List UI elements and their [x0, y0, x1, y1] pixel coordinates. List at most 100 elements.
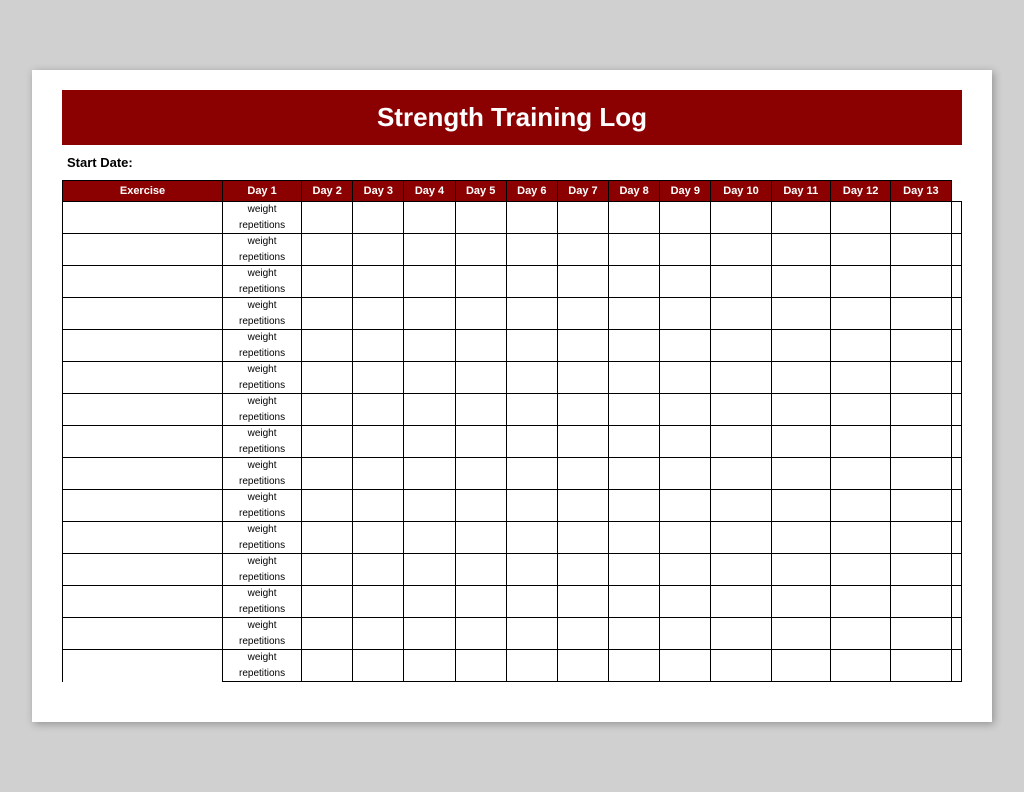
exercise-4-name-cell[interactable]	[63, 298, 223, 330]
exercise-12-name-cell[interactable]	[63, 554, 223, 586]
exercise-10-rep-day3[interactable]	[404, 506, 455, 522]
exercise-15-rep-day2[interactable]	[353, 666, 404, 682]
exercise-8-weight-day13[interactable]	[951, 426, 961, 442]
exercise-1-weight-day3[interactable]	[404, 202, 455, 218]
exercise-3-rep-day1[interactable]	[302, 282, 353, 298]
exercise-9-rep-day10[interactable]	[771, 474, 830, 490]
exercise-9-rep-day7[interactable]	[609, 474, 660, 490]
exercise-6-rep-day5[interactable]	[506, 378, 557, 394]
exercise-3-weight-day5[interactable]	[506, 266, 557, 282]
exercise-3-rep-day13[interactable]	[951, 282, 961, 298]
exercise-10-weight-day5[interactable]	[506, 490, 557, 506]
exercise-9-weight-day2[interactable]	[353, 458, 404, 474]
exercise-3-weight-day7[interactable]	[609, 266, 660, 282]
exercise-5-rep-day8[interactable]	[660, 346, 711, 362]
exercise-7-rep-day8[interactable]	[660, 410, 711, 426]
exercise-10-rep-day4[interactable]	[455, 506, 506, 522]
exercise-6-weight-day9[interactable]	[711, 362, 771, 378]
exercise-1-weight-day9[interactable]	[711, 202, 771, 218]
exercise-15-weight-day8[interactable]	[660, 650, 711, 666]
exercise-5-weight-day1[interactable]	[302, 330, 353, 346]
exercise-3-rep-day2[interactable]	[353, 282, 404, 298]
exercise-7-rep-day9[interactable]	[711, 410, 771, 426]
exercise-1-rep-day6[interactable]	[557, 218, 608, 234]
exercise-1-rep-day4[interactable]	[455, 218, 506, 234]
exercise-1-rep-day9[interactable]	[711, 218, 771, 234]
exercise-13-weight-day4[interactable]	[455, 586, 506, 602]
exercise-12-rep-day5[interactable]	[506, 570, 557, 586]
exercise-12-weight-day7[interactable]	[609, 554, 660, 570]
exercise-2-rep-day1[interactable]	[302, 250, 353, 266]
exercise-8-rep-day6[interactable]	[557, 442, 608, 458]
exercise-3-rep-day7[interactable]	[609, 282, 660, 298]
exercise-9-rep-day2[interactable]	[353, 474, 404, 490]
exercise-2-weight-day1[interactable]	[302, 234, 353, 250]
exercise-2-weight-day11[interactable]	[830, 234, 890, 250]
exercise-11-rep-day9[interactable]	[711, 538, 771, 554]
exercise-7-rep-day2[interactable]	[353, 410, 404, 426]
exercise-7-rep-day4[interactable]	[455, 410, 506, 426]
exercise-6-weight-day7[interactable]	[609, 362, 660, 378]
exercise-6-weight-day2[interactable]	[353, 362, 404, 378]
exercise-3-rep-day5[interactable]	[506, 282, 557, 298]
exercise-7-weight-day5[interactable]	[506, 394, 557, 410]
exercise-4-rep-day13[interactable]	[951, 314, 961, 330]
exercise-2-name-cell[interactable]	[63, 234, 223, 266]
exercise-8-weight-day8[interactable]	[660, 426, 711, 442]
exercise-6-weight-day5[interactable]	[506, 362, 557, 378]
exercise-3-rep-day3[interactable]	[404, 282, 455, 298]
exercise-10-rep-day6[interactable]	[557, 506, 608, 522]
exercise-1-rep-day12[interactable]	[891, 218, 951, 234]
exercise-15-rep-day4[interactable]	[455, 666, 506, 682]
exercise-11-weight-day7[interactable]	[609, 522, 660, 538]
exercise-8-rep-day7[interactable]	[609, 442, 660, 458]
exercise-15-rep-day3[interactable]	[404, 666, 455, 682]
exercise-11-rep-day11[interactable]	[830, 538, 890, 554]
exercise-10-rep-day9[interactable]	[711, 506, 771, 522]
exercise-15-rep-day1[interactable]	[302, 666, 353, 682]
exercise-1-weight-day12[interactable]	[891, 202, 951, 218]
exercise-1-weight-day4[interactable]	[455, 202, 506, 218]
exercise-4-rep-day1[interactable]	[302, 314, 353, 330]
exercise-10-weight-day7[interactable]	[609, 490, 660, 506]
exercise-13-rep-day3[interactable]	[404, 602, 455, 618]
exercise-4-weight-day3[interactable]	[404, 298, 455, 314]
exercise-6-rep-day3[interactable]	[404, 378, 455, 394]
exercise-3-weight-day3[interactable]	[404, 266, 455, 282]
exercise-6-name-cell[interactable]	[63, 362, 223, 394]
exercise-14-rep-day11[interactable]	[830, 634, 890, 650]
exercise-15-weight-day11[interactable]	[830, 650, 890, 666]
exercise-7-weight-day2[interactable]	[353, 394, 404, 410]
exercise-5-weight-day5[interactable]	[506, 330, 557, 346]
exercise-15-weight-day10[interactable]	[771, 650, 830, 666]
exercise-15-weight-day5[interactable]	[506, 650, 557, 666]
exercise-5-weight-day8[interactable]	[660, 330, 711, 346]
exercise-4-weight-day12[interactable]	[891, 298, 951, 314]
exercise-2-weight-day2[interactable]	[353, 234, 404, 250]
exercise-3-weight-day12[interactable]	[891, 266, 951, 282]
exercise-9-weight-day10[interactable]	[771, 458, 830, 474]
exercise-10-weight-day9[interactable]	[711, 490, 771, 506]
exercise-7-weight-day9[interactable]	[711, 394, 771, 410]
exercise-11-weight-day6[interactable]	[557, 522, 608, 538]
exercise-11-rep-day1[interactable]	[302, 538, 353, 554]
exercise-1-name-cell[interactable]	[63, 202, 223, 234]
exercise-1-weight-day5[interactable]	[506, 202, 557, 218]
exercise-8-weight-day5[interactable]	[506, 426, 557, 442]
exercise-5-rep-day13[interactable]	[951, 346, 961, 362]
exercise-1-rep-day3[interactable]	[404, 218, 455, 234]
exercise-12-rep-day3[interactable]	[404, 570, 455, 586]
exercise-1-weight-day13[interactable]	[951, 202, 961, 218]
exercise-3-rep-day8[interactable]	[660, 282, 711, 298]
exercise-12-rep-day7[interactable]	[609, 570, 660, 586]
exercise-10-rep-day5[interactable]	[506, 506, 557, 522]
exercise-5-weight-day13[interactable]	[951, 330, 961, 346]
exercise-6-rep-day1[interactable]	[302, 378, 353, 394]
exercise-10-weight-day8[interactable]	[660, 490, 711, 506]
exercise-6-weight-day3[interactable]	[404, 362, 455, 378]
exercise-2-rep-day8[interactable]	[660, 250, 711, 266]
exercise-13-rep-day2[interactable]	[353, 602, 404, 618]
exercise-13-rep-day1[interactable]	[302, 602, 353, 618]
exercise-2-rep-day5[interactable]	[506, 250, 557, 266]
exercise-4-rep-day11[interactable]	[830, 314, 890, 330]
